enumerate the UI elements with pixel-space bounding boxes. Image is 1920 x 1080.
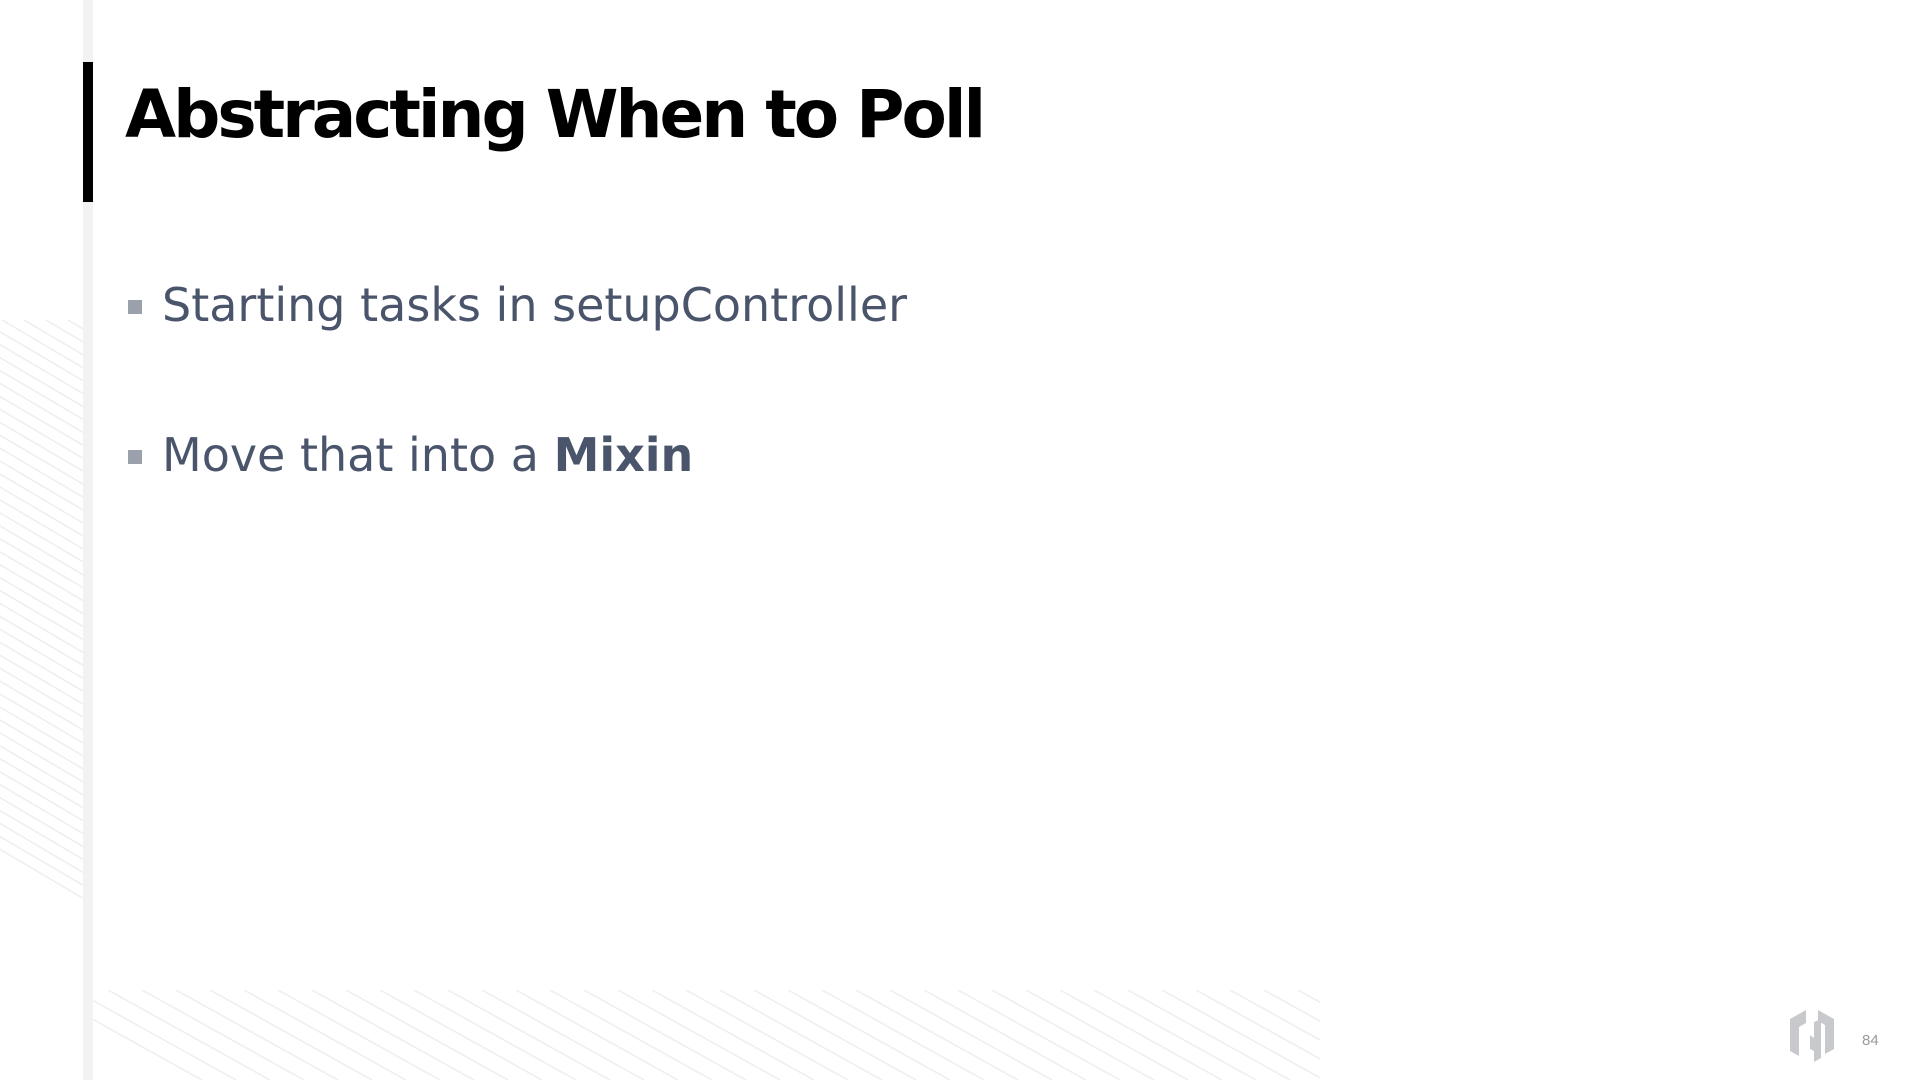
slide-title: Abstracting When to Poll [125, 76, 986, 153]
bullet-text: Move that into a [162, 428, 554, 482]
bullet-text: Starting tasks in setupController [162, 278, 908, 332]
title-accent-bar [83, 62, 93, 202]
bullet-square-icon [128, 300, 142, 314]
hashicorp-logo-icon [1790, 1010, 1834, 1062]
slide: Abstracting When to Poll Starting tasks … [0, 0, 1920, 1080]
bullet-list: Starting tasks in setupController Move t… [128, 270, 907, 570]
bullet-square-icon [128, 450, 142, 464]
page-number: 84 [1862, 1032, 1879, 1049]
bullet-item: Starting tasks in setupController [128, 270, 907, 420]
bullet-strong-text: Mixin [553, 428, 694, 482]
bullet-item: Move that into a Mixin [128, 420, 907, 570]
